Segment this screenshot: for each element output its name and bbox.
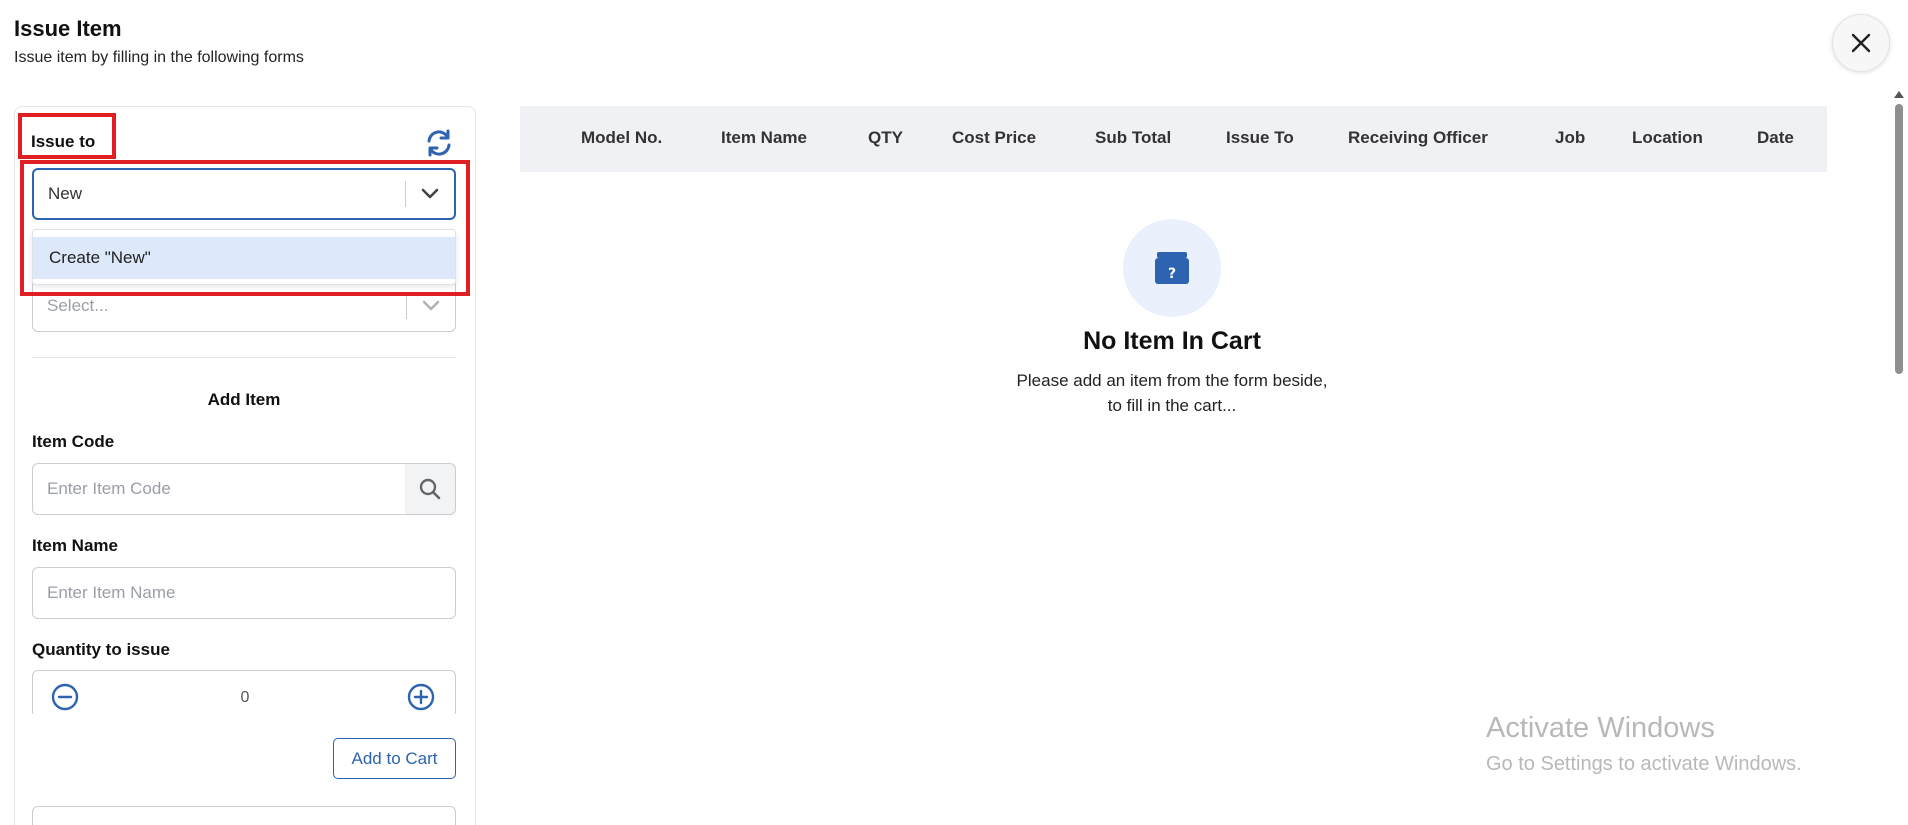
highlight-box-issue-to-label <box>18 113 116 159</box>
scrollbar-thumb[interactable] <box>1895 104 1903 374</box>
close-icon <box>1851 33 1871 53</box>
add-item-title: Add Item <box>207 390 281 409</box>
svg-text:?: ? <box>1168 266 1176 282</box>
vertical-scrollbar[interactable] <box>1890 88 1908 825</box>
quantity-value[interactable]: 0 <box>33 689 455 707</box>
issue-item-dialog: Issue Item Issue item by filling in the … <box>0 0 1908 825</box>
refresh-button[interactable] <box>424 128 454 158</box>
windows-activation-watermark-title: Activate Windows <box>1486 712 1715 744</box>
form-divider <box>32 357 456 358</box>
column-header-model-no[interactable]: Model No. <box>581 128 662 148</box>
item-code-label: Item Code <box>32 432 115 451</box>
column-header-issue-to[interactable]: Issue To <box>1226 128 1294 148</box>
second-select-placeholder: Select... <box>47 296 109 315</box>
refresh-icon <box>427 129 451 157</box>
item-code-input[interactable] <box>32 463 406 515</box>
archive-box-question-icon: ? <box>1155 252 1189 284</box>
quantity-label: Quantity to issue <box>32 640 170 659</box>
empty-cart-message-line-2: to fill in the cart... <box>1107 396 1237 415</box>
highlight-box-issue-to-select <box>20 160 470 296</box>
empty-cart-title: No Item In Cart <box>1083 327 1261 355</box>
search-icon <box>419 478 441 500</box>
column-header-location[interactable]: Location <box>1632 128 1703 148</box>
close-button[interactable] <box>1832 14 1890 72</box>
second-select-dropdown-toggle[interactable] <box>407 300 455 312</box>
column-header-receiving-officer[interactable]: Receiving Officer <box>1348 128 1488 148</box>
next-field-stub <box>32 806 456 825</box>
item-code-search-button[interactable] <box>405 463 456 515</box>
empty-cart-message: Please add an item from the form beside,… <box>980 368 1364 418</box>
page-subtitle: Issue item by filling in the following f… <box>14 49 304 66</box>
column-header-job[interactable]: Job <box>1555 128 1585 148</box>
quantity-stepper[interactable]: 0 <box>32 670 456 714</box>
scroll-up-arrow[interactable] <box>1894 91 1904 98</box>
column-header-cost-price[interactable]: Cost Price <box>952 128 1036 148</box>
page-title: Issue Item <box>14 16 122 41</box>
cart-table-header: Model No. Item Name QTY Cost Price Sub T… <box>520 106 1827 172</box>
add-to-cart-button[interactable]: Add to Cart <box>333 738 456 779</box>
column-header-date[interactable]: Date <box>1757 128 1794 148</box>
item-name-label: Item Name <box>32 536 118 555</box>
empty-cart-message-line-1: Please add an item from the form beside, <box>1016 371 1328 390</box>
increment-button[interactable] <box>407 683 435 714</box>
item-name-input[interactable] <box>32 567 456 619</box>
windows-activation-watermark-subtitle: Go to Settings to activate Windows. <box>1486 753 1802 775</box>
column-header-sub-total[interactable]: Sub Total <box>1095 128 1171 148</box>
chevron-down-icon <box>422 300 440 311</box>
column-header-qty[interactable]: QTY <box>868 128 903 148</box>
column-header-item-name[interactable]: Item Name <box>721 128 807 148</box>
empty-cart-icon-wrapper: ? <box>1123 219 1221 317</box>
plus-circle-icon <box>407 683 435 711</box>
